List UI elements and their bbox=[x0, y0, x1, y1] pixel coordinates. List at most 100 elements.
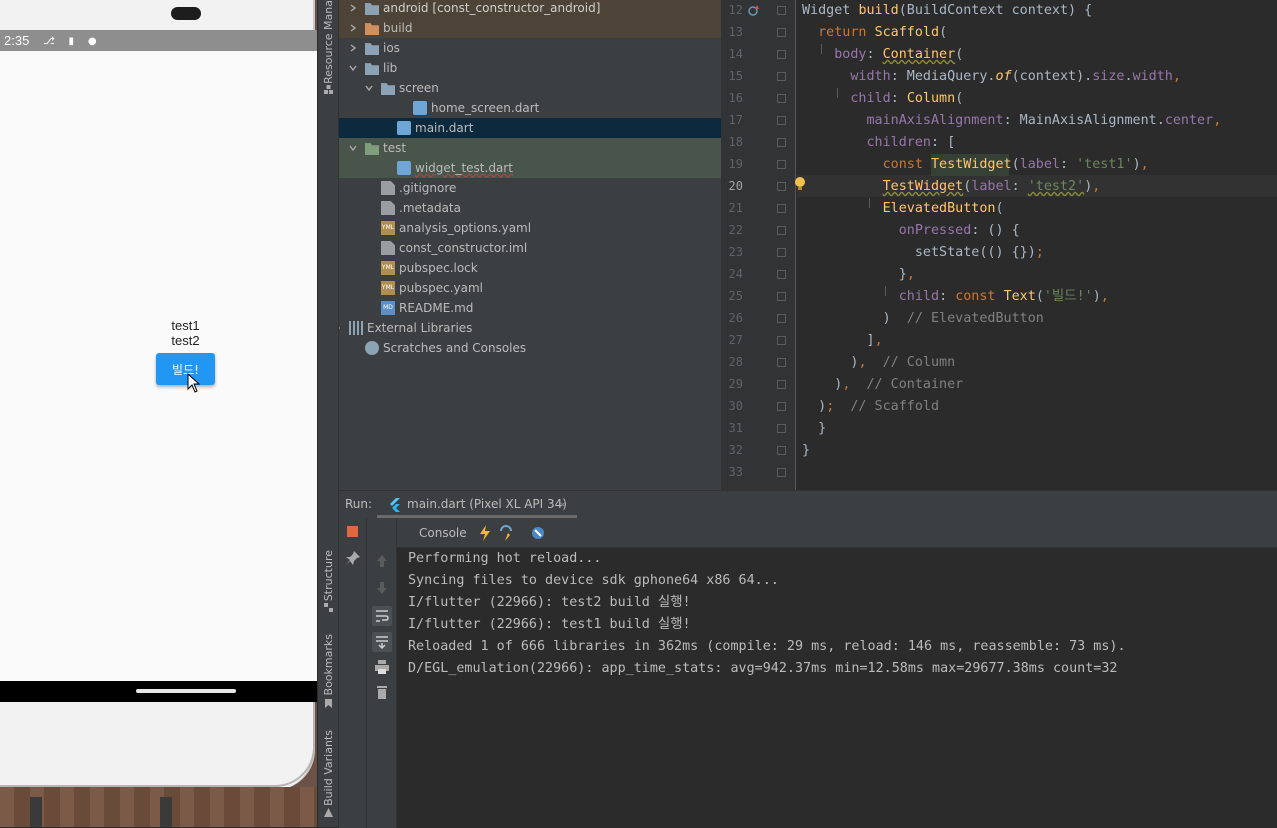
line-number: 12 bbox=[728, 3, 743, 17]
code-line: TestWidget(label: 'test2'), bbox=[882, 179, 1101, 194]
fold-marker-icon[interactable] bbox=[777, 402, 786, 411]
fold-marker-icon[interactable] bbox=[777, 226, 786, 235]
folder-icon bbox=[381, 83, 395, 95]
code-line: Widget build(BuildContext context) { bbox=[802, 3, 1093, 18]
console-line: I/flutter (22966): test2 build 실행! bbox=[408, 595, 691, 610]
tree-item[interactable]: widget_test.dart bbox=[339, 158, 721, 178]
line-number: 28 bbox=[728, 355, 743, 369]
tree-item[interactable]: .metadata bbox=[339, 198, 721, 218]
fold-marker-icon[interactable] bbox=[777, 182, 786, 191]
tree-item[interactable]: External Libraries bbox=[339, 318, 721, 338]
build-variants-tab[interactable]: Build Variants bbox=[318, 730, 340, 820]
tree-item[interactable]: YML analysis_options.yaml bbox=[339, 218, 721, 238]
yml-icon: YML bbox=[381, 221, 395, 235]
devtools-icon[interactable] bbox=[531, 526, 545, 540]
stop-icon[interactable] bbox=[347, 526, 358, 537]
tree-item[interactable]: main.dart bbox=[339, 118, 721, 138]
tree-item-label: test bbox=[383, 141, 407, 155]
hot-reload-icon[interactable] bbox=[479, 525, 491, 541]
background-chair-leg bbox=[160, 797, 172, 827]
tree-item-label: analysis_options.yaml bbox=[399, 221, 532, 235]
soft-wrap-icon[interactable] bbox=[372, 606, 392, 626]
file-icon bbox=[381, 241, 395, 255]
chevron-right-icon[interactable] bbox=[339, 324, 341, 332]
tree-item[interactable]: android [const_constructor_android] bbox=[339, 0, 721, 18]
dart-icon bbox=[397, 121, 411, 135]
line-number: 18 bbox=[728, 135, 743, 149]
tree-item-label: const_constructor.iml bbox=[399, 241, 528, 255]
file-icon bbox=[381, 201, 395, 215]
fold-marker-icon[interactable] bbox=[777, 6, 786, 15]
tree-item[interactable]: ios bbox=[339, 38, 721, 58]
line-number: 16 bbox=[728, 91, 743, 105]
nav-bar bbox=[0, 681, 317, 702]
chevron-right-icon[interactable] bbox=[349, 44, 357, 52]
run-config-tab[interactable]: main.dart (Pixel XL API 34) × bbox=[377, 491, 577, 518]
trash-icon[interactable] bbox=[374, 684, 390, 700]
line-number: 21 bbox=[728, 201, 743, 215]
fold-marker-icon[interactable] bbox=[777, 94, 786, 103]
console-tab[interactable]: Console bbox=[419, 518, 467, 548]
bookmarks-tab[interactable]: Bookmarks bbox=[318, 634, 340, 714]
fold-marker-icon[interactable] bbox=[777, 204, 786, 213]
fold-marker-icon[interactable] bbox=[777, 314, 786, 323]
fold-marker-icon[interactable] bbox=[777, 292, 786, 301]
file-icon bbox=[381, 181, 395, 195]
line-number: 22 bbox=[728, 223, 743, 237]
chevron-down-icon[interactable] bbox=[349, 64, 357, 72]
tree-item[interactable]: MD README.md bbox=[339, 298, 721, 318]
fold-marker-icon[interactable] bbox=[777, 248, 786, 257]
line-number: 15 bbox=[728, 69, 743, 83]
resource-manager-tab[interactable]: Resource Mana bbox=[318, 0, 340, 100]
fold-marker-icon[interactable] bbox=[777, 28, 786, 37]
yml-icon: YML bbox=[381, 281, 395, 295]
tree-item-label: home_screen.dart bbox=[431, 101, 540, 115]
camera-notch bbox=[171, 7, 201, 20]
tree-item-label: screen bbox=[399, 81, 439, 95]
sd-card-icon: ▮ bbox=[68, 36, 75, 47]
pin-icon[interactable] bbox=[345, 550, 361, 566]
tree-item[interactable]: home_screen.dart bbox=[339, 98, 721, 118]
tree-item[interactable]: lib bbox=[339, 58, 721, 78]
build-button[interactable]: 빌드! bbox=[156, 353, 215, 385]
tree-item[interactable]: .gitignore bbox=[339, 178, 721, 198]
fold-marker-icon[interactable] bbox=[777, 358, 786, 367]
fold-marker-icon[interactable] bbox=[777, 50, 786, 59]
fold-marker-icon[interactable] bbox=[777, 468, 786, 477]
hot-restart-icon[interactable] bbox=[499, 525, 513, 541]
fold-marker-icon[interactable] bbox=[777, 380, 786, 389]
line-number: 19 bbox=[728, 157, 743, 171]
print-icon[interactable] bbox=[374, 659, 390, 675]
chevron-right-icon[interactable] bbox=[349, 24, 357, 32]
home-gesture-pill[interactable] bbox=[136, 689, 236, 693]
code-line: setState(() {}); bbox=[802, 245, 1044, 260]
scroll-to-end-icon[interactable] bbox=[372, 632, 392, 652]
chevron-right-icon[interactable] bbox=[349, 4, 357, 12]
console-toolbar: Console bbox=[397, 518, 1277, 548]
arrow-up-icon[interactable] bbox=[374, 553, 390, 569]
fold-marker-icon[interactable] bbox=[777, 336, 786, 345]
tree-item[interactable]: build bbox=[339, 18, 721, 38]
fold-marker-icon[interactable] bbox=[777, 270, 786, 279]
chevron-down-icon[interactable] bbox=[349, 144, 357, 152]
tree-item[interactable]: const_constructor.iml bbox=[339, 238, 721, 258]
close-tab-icon[interactable]: × bbox=[558, 491, 567, 518]
fold-marker-icon[interactable] bbox=[777, 446, 786, 455]
code-editor[interactable]: 12 13 14 15 16 17 18 19 20 21 22 23 24 25 26 27 28 29 30 31… bbox=[721, 0, 1277, 490]
tree-item[interactable]: test bbox=[339, 138, 721, 158]
tree-item[interactable]: Scratches and Consoles bbox=[339, 338, 721, 358]
tree-item-label: README.md bbox=[399, 301, 474, 315]
fold-marker-icon[interactable] bbox=[777, 424, 786, 433]
tree-item[interactable]: YML pubspec.lock bbox=[339, 258, 721, 278]
chevron-down-icon[interactable] bbox=[365, 84, 373, 92]
tree-item[interactable]: YML pubspec.yaml bbox=[339, 278, 721, 298]
structure-tab[interactable]: Structure bbox=[318, 550, 340, 615]
code-line: ) // ElevatedButton bbox=[802, 311, 1044, 326]
arrow-down-icon[interactable] bbox=[374, 580, 390, 596]
fold-marker-icon[interactable] bbox=[777, 138, 786, 147]
override-marker-icon[interactable] bbox=[747, 4, 761, 18]
fold-marker-icon[interactable] bbox=[777, 116, 786, 125]
tree-item[interactable]: screen bbox=[339, 78, 721, 98]
fold-marker-icon[interactable] bbox=[777, 160, 786, 169]
fold-marker-icon[interactable] bbox=[777, 72, 786, 81]
